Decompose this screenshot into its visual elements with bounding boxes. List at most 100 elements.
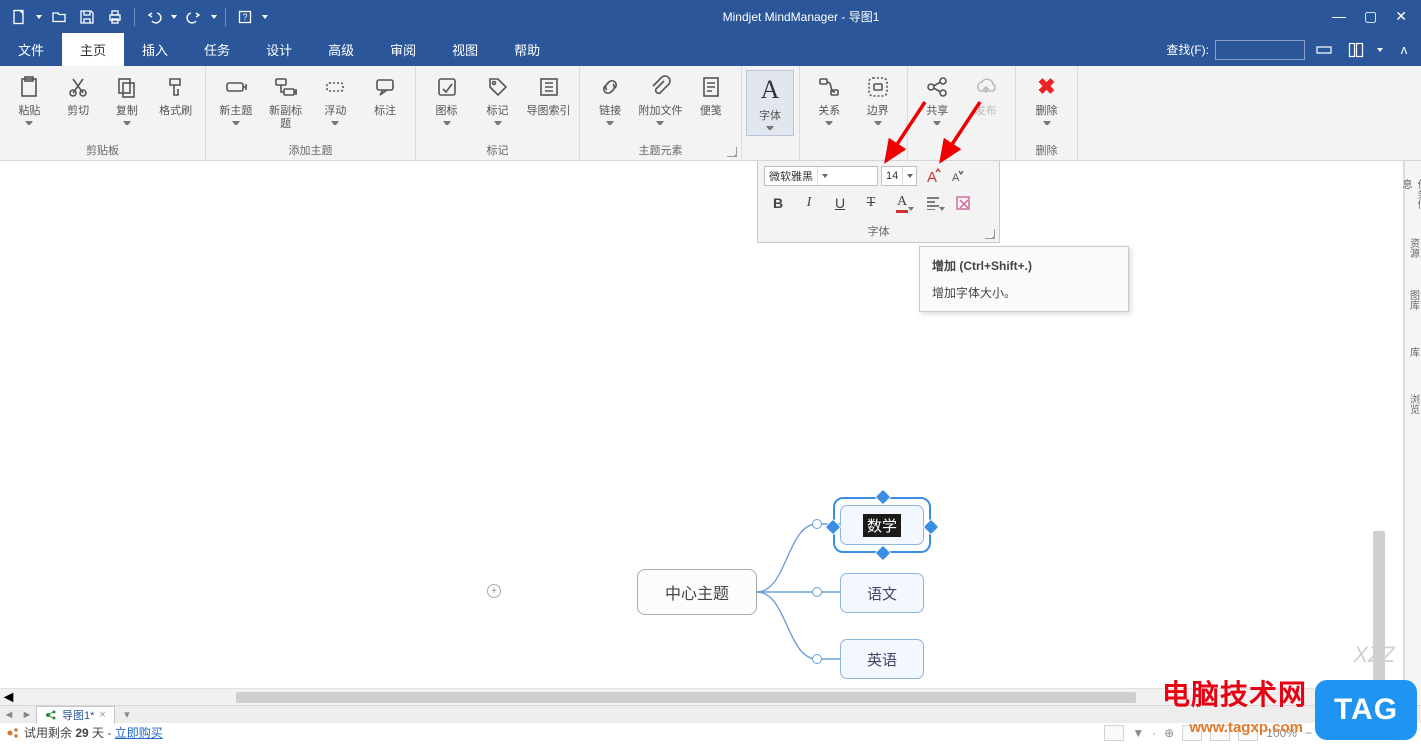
- rightbar-item-1[interactable]: 资源: [1406, 231, 1420, 265]
- new-doc-dropdown[interactable]: [34, 15, 44, 19]
- help-button[interactable]: ?: [232, 4, 258, 30]
- doctab-next[interactable]: ►: [18, 707, 36, 723]
- tab-home[interactable]: 主页: [62, 33, 124, 66]
- format-painter-button[interactable]: 格式刷: [154, 70, 197, 118]
- icons-button[interactable]: 图标: [424, 70, 469, 127]
- zoom-target-icon[interactable]: ⊕: [1164, 726, 1174, 740]
- qat-separator: [225, 8, 226, 26]
- group-label-delete: 删除: [1036, 142, 1058, 158]
- redo-button[interactable]: [181, 4, 207, 30]
- ribbon-group-elements: 链接 附加文件 便笺 主题元素: [580, 66, 742, 160]
- tab-task[interactable]: 任务: [186, 33, 248, 66]
- connector-dot[interactable]: [812, 587, 822, 597]
- view-mode-button[interactable]: [1104, 725, 1124, 741]
- tab-advanced[interactable]: 高级: [310, 33, 372, 66]
- ribbon-group-markers: 图标 标记 导图索引 标记: [416, 66, 580, 160]
- connector-dot[interactable]: [812, 654, 822, 664]
- map-index-button[interactable]: 导图索引: [526, 70, 571, 118]
- new-doc-button[interactable]: [6, 4, 32, 30]
- attachment-button[interactable]: 附加文件: [638, 70, 682, 127]
- document-tab-close[interactable]: ×: [99, 709, 105, 721]
- ribbon-group-clipboard: 粘贴 剪切 复制 格式刷 剪贴板: [0, 66, 206, 160]
- clear-format-button[interactable]: [950, 191, 978, 215]
- undo-dropdown[interactable]: [169, 15, 179, 19]
- tags-button[interactable]: 标记: [475, 70, 520, 127]
- tooltip-body: 增加字体大小。: [932, 284, 1116, 301]
- font-button[interactable]: A字体: [746, 70, 794, 136]
- ruler-toggle-button[interactable]: [1311, 37, 1337, 63]
- boundary-button[interactable]: 边界: [857, 70, 900, 127]
- filter-icon[interactable]: ▼: [1132, 726, 1144, 740]
- watermark-xzz: XZZ: [1353, 642, 1395, 668]
- ribbon-group-relation: 关系 边界: [800, 66, 908, 160]
- notes-button[interactable]: 便笺: [689, 70, 733, 118]
- cut-button[interactable]: 剪切: [57, 70, 100, 118]
- title-bar: ? Mindjet MindManager - 导图1 — ▢ ✕: [0, 0, 1421, 33]
- redo-dropdown[interactable]: [209, 15, 219, 19]
- central-topic[interactable]: 中心主题: [637, 569, 757, 615]
- font-family-combo[interactable]: 微软雅黑: [764, 166, 878, 186]
- qat-separator: [134, 8, 135, 26]
- delete-button[interactable]: ✖删除: [1024, 70, 1069, 127]
- share-button[interactable]: 共享: [916, 70, 959, 127]
- child-topic-2[interactable]: 语文: [840, 573, 924, 613]
- rightbar-item-3[interactable]: 库: [1406, 335, 1420, 369]
- buy-now-link[interactable]: 立即购买: [115, 726, 163, 740]
- undo-button[interactable]: [141, 4, 167, 30]
- hscroll-left[interactable]: ◄: [0, 689, 17, 706]
- print-button[interactable]: [102, 4, 128, 30]
- bold-button[interactable]: B: [764, 191, 792, 215]
- canvas-area[interactable]: + 中心主题 数学 语文 英语: [0, 161, 1404, 705]
- decrease-font-button[interactable]: A: [945, 166, 967, 186]
- layout-toggle-button[interactable]: [1343, 37, 1369, 63]
- tab-view[interactable]: 视图: [434, 33, 496, 66]
- find-input[interactable]: [1215, 40, 1305, 60]
- zoom-out-button[interactable]: −: [1305, 726, 1312, 740]
- tab-insert[interactable]: 插入: [124, 33, 186, 66]
- link-button[interactable]: 链接: [588, 70, 632, 127]
- layout-toggle-dropdown[interactable]: [1375, 48, 1385, 52]
- doctab-prev[interactable]: ◄: [0, 707, 18, 723]
- maximize-button[interactable]: ▢: [1364, 8, 1377, 25]
- align-button[interactable]: [919, 191, 947, 215]
- collapse-ribbon-button[interactable]: ʌ: [1391, 37, 1417, 63]
- rightbar-item-0[interactable]: 任务信息: [1406, 179, 1420, 213]
- minimize-button[interactable]: —: [1332, 8, 1346, 25]
- tab-review[interactable]: 审阅: [372, 33, 434, 66]
- italic-button[interactable]: I: [795, 191, 823, 215]
- open-button[interactable]: [46, 4, 72, 30]
- font-color-button[interactable]: A: [888, 191, 916, 215]
- child-topic-3[interactable]: 英语: [840, 639, 924, 679]
- svg-text:A: A: [952, 172, 960, 184]
- rightbar-item-4[interactable]: 浏览: [1406, 387, 1420, 421]
- document-tab[interactable]: 导图1* ×: [36, 706, 115, 724]
- new-topic-button[interactable]: 新主题: [214, 70, 258, 127]
- underline-button[interactable]: U: [826, 191, 854, 215]
- help-dropdown[interactable]: [260, 15, 270, 19]
- strikethrough-button[interactable]: T: [857, 191, 885, 215]
- paste-button[interactable]: 粘贴: [8, 70, 51, 127]
- new-subtopic-button[interactable]: 新副标题: [264, 70, 308, 131]
- connector-dot[interactable]: [812, 519, 822, 529]
- font-size-combo[interactable]: 14: [881, 166, 917, 186]
- doctab-menu[interactable]: ▾: [118, 707, 136, 723]
- rightbar-item-2[interactable]: 图库: [1406, 283, 1420, 317]
- callout-button[interactable]: 标注: [363, 70, 407, 118]
- tooltip-title: 增加 (Ctrl+Shift+.): [932, 257, 1116, 274]
- tab-file[interactable]: 文件: [0, 33, 62, 66]
- elements-dialog-launcher[interactable]: [727, 147, 737, 157]
- relationship-button[interactable]: 关系: [808, 70, 851, 127]
- tab-help[interactable]: 帮助: [496, 33, 558, 66]
- expand-handle-left[interactable]: +: [487, 584, 501, 598]
- child-topic-1[interactable]: 数学: [840, 505, 924, 545]
- increase-font-button[interactable]: A: [920, 166, 942, 186]
- ribbon-tabs: 文件 主页 插入 任务 设计 高级 审阅 视图 帮助 查找(F): ʌ: [0, 33, 1421, 66]
- hscroll-thumb[interactable]: [236, 692, 1136, 703]
- copy-button[interactable]: 复制: [106, 70, 149, 127]
- save-button[interactable]: [74, 4, 100, 30]
- floating-topic-button[interactable]: 浮动: [314, 70, 358, 127]
- tab-design[interactable]: 设计: [248, 33, 310, 66]
- close-button[interactable]: ✕: [1395, 8, 1407, 25]
- font-dialog-launcher[interactable]: [985, 229, 995, 239]
- ribbon-group-share: 共享 发布: [908, 66, 1016, 160]
